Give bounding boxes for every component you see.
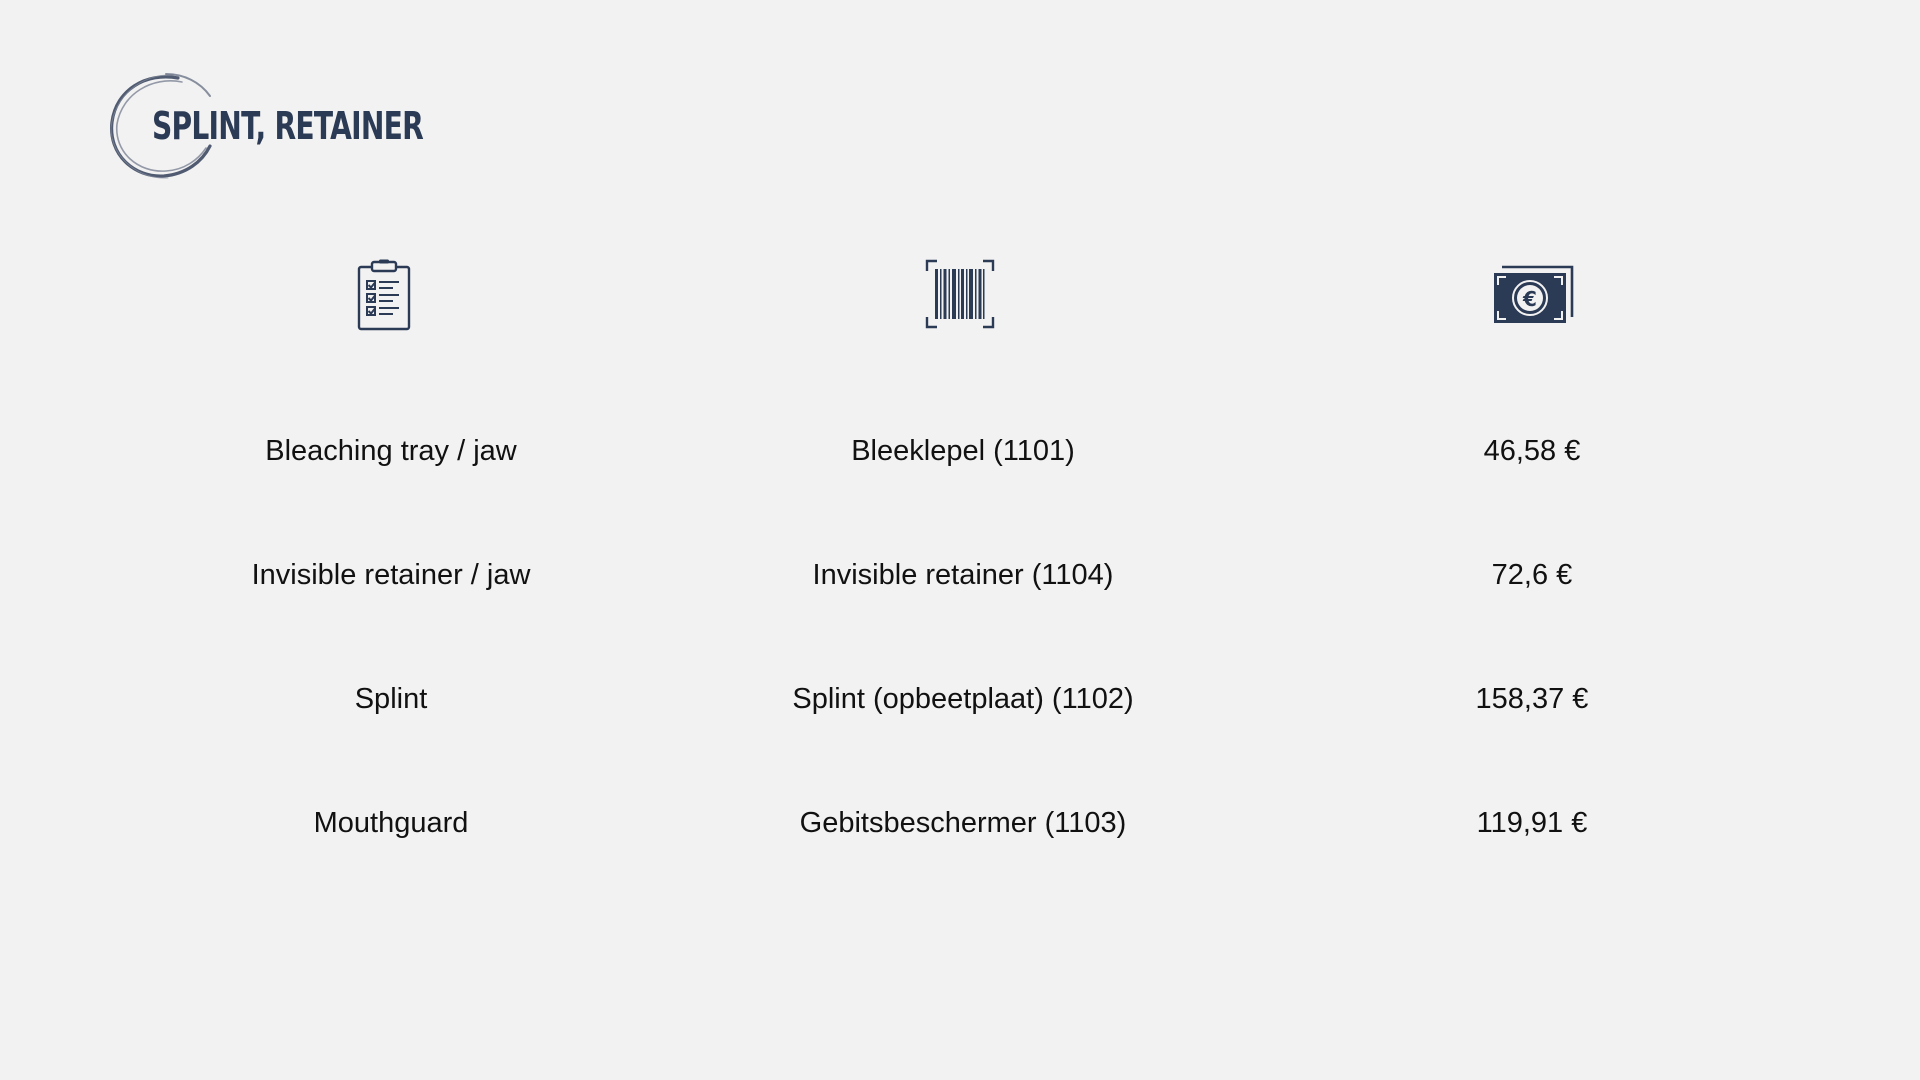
item-code: Splint (opbeetplaat) (1102): [792, 683, 1134, 715]
item-name: Splint: [354, 683, 428, 715]
table-row: Bleaching tray / jaw Bleeklepel (1101) 4…: [0, 421, 1920, 481]
euro-banknote-icon: €: [1492, 265, 1574, 325]
item-price: 158,37 €: [1475, 683, 1589, 715]
clipboard-checklist-icon: [357, 259, 411, 331]
item-name: Mouthguard: [313, 807, 469, 839]
item-code: Gebitsbeschermer (1103): [799, 807, 1127, 839]
table-row: Mouthguard Gebitsbeschermer (1103) 119,9…: [0, 793, 1920, 853]
page-title: SPLINT, RETAINER: [152, 104, 424, 148]
item-price: 72,6 €: [1491, 559, 1573, 591]
item-price: 119,91 €: [1476, 807, 1588, 839]
item-code: Bleeklepel (1101): [851, 435, 1075, 467]
table-row: Invisible retainer / jaw Invisible retai…: [0, 545, 1920, 605]
table-row: Splint Splint (opbeetplaat) (1102) 158,3…: [0, 669, 1920, 729]
item-code: Invisible retainer (1104): [812, 559, 1114, 591]
item-name: Bleaching tray / jaw: [265, 435, 517, 467]
title-block: SPLINT, RETAINER: [106, 70, 446, 182]
item-name: Invisible retainer / jaw: [251, 559, 531, 591]
item-price: 46,58 €: [1483, 435, 1581, 467]
barcode-icon: [925, 259, 995, 329]
svg-text:€: €: [1522, 287, 1537, 311]
